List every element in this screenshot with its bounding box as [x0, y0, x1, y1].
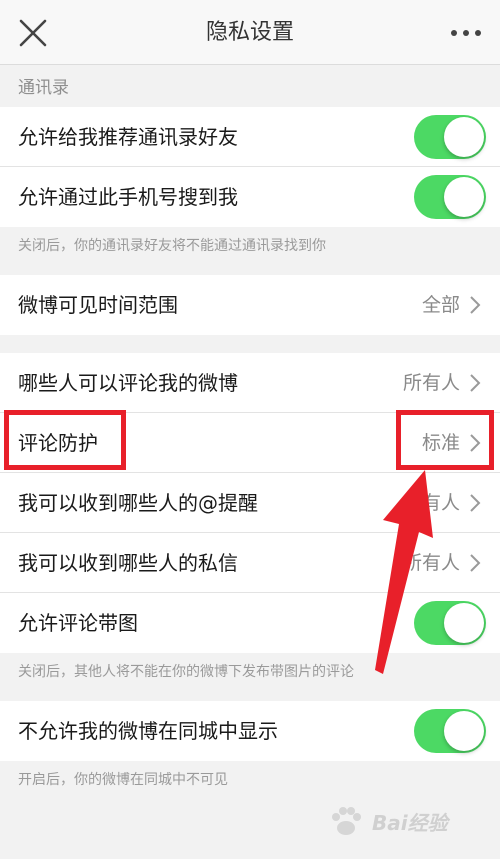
hide-in-city-toggle[interactable] [414, 709, 486, 753]
row-label: 我可以收到哪些人的@提醒 [18, 491, 258, 515]
row-image-comments: 允许评论带图 [0, 593, 500, 653]
more-icon[interactable] [446, 16, 486, 50]
row-comment-protection[interactable]: 评论防护 标准 [0, 413, 500, 473]
chevron-right-icon [470, 374, 481, 392]
row-value: 全部 [421, 294, 460, 316]
row-value: 所有人 [402, 492, 460, 514]
row-visible-time-range[interactable]: 微博可见时间范围 全部 [0, 275, 500, 335]
paw-icon [332, 807, 361, 835]
section-header-contacts: 通讯录 [18, 78, 69, 98]
row-value: 标准 [421, 432, 460, 454]
contacts-note: 关闭后，你的通讯录好友将不能通过通讯录找到你 [18, 238, 326, 254]
city-note: 开启后，你的微博在同城中不可见 [18, 772, 228, 788]
chevron-right-icon [470, 494, 481, 512]
search-by-phone-toggle[interactable] [414, 175, 486, 219]
row-label: 允许通过此手机号搜到我 [18, 185, 238, 209]
toggle-knob [444, 711, 484, 751]
toggle-knob [444, 177, 484, 217]
row-label: 评论防护 [18, 431, 98, 455]
toggle-knob [444, 117, 484, 157]
row-private-messages[interactable]: 我可以收到哪些人的私信 所有人 [0, 533, 500, 593]
row-value: 所有人 [402, 552, 460, 574]
row-mention-alerts[interactable]: 我可以收到哪些人的@提醒 所有人 [0, 473, 500, 533]
row-label: 微博可见时间范围 [18, 293, 178, 317]
chevron-right-icon [470, 296, 481, 314]
image-comments-note: 关闭后，其他人将不能在你的微博下发布带图片的评论 [18, 664, 354, 680]
page-title: 隐私设置 [205, 20, 294, 45]
image-comments-toggle[interactable] [414, 601, 486, 645]
row-recommend-contacts: 允许给我推荐通讯录好友 [0, 107, 500, 167]
row-search-by-phone: 允许通过此手机号搜到我 [0, 167, 500, 227]
row-label: 不允许我的微博在同城中显示 [18, 719, 278, 743]
row-who-can-comment[interactable]: 哪些人可以评论我的微博 所有人 [0, 353, 500, 413]
row-label: 允许给我推荐通讯录好友 [18, 125, 238, 149]
watermark-text: Bai经验 [372, 811, 448, 835]
row-label: 我可以收到哪些人的私信 [18, 551, 238, 575]
recommend-contacts-toggle[interactable] [414, 115, 486, 159]
row-value: 所有人 [402, 372, 460, 394]
navigation-bar: 隐私设置 [0, 0, 500, 65]
row-label: 哪些人可以评论我的微博 [18, 371, 238, 395]
row-label: 允许评论带图 [18, 611, 138, 635]
toggle-knob [444, 603, 484, 643]
row-hide-in-city: 不允许我的微博在同城中显示 [0, 701, 500, 761]
chevron-right-icon [470, 434, 481, 452]
watermark: Bai经验 [326, 801, 486, 841]
chevron-right-icon [470, 554, 481, 572]
